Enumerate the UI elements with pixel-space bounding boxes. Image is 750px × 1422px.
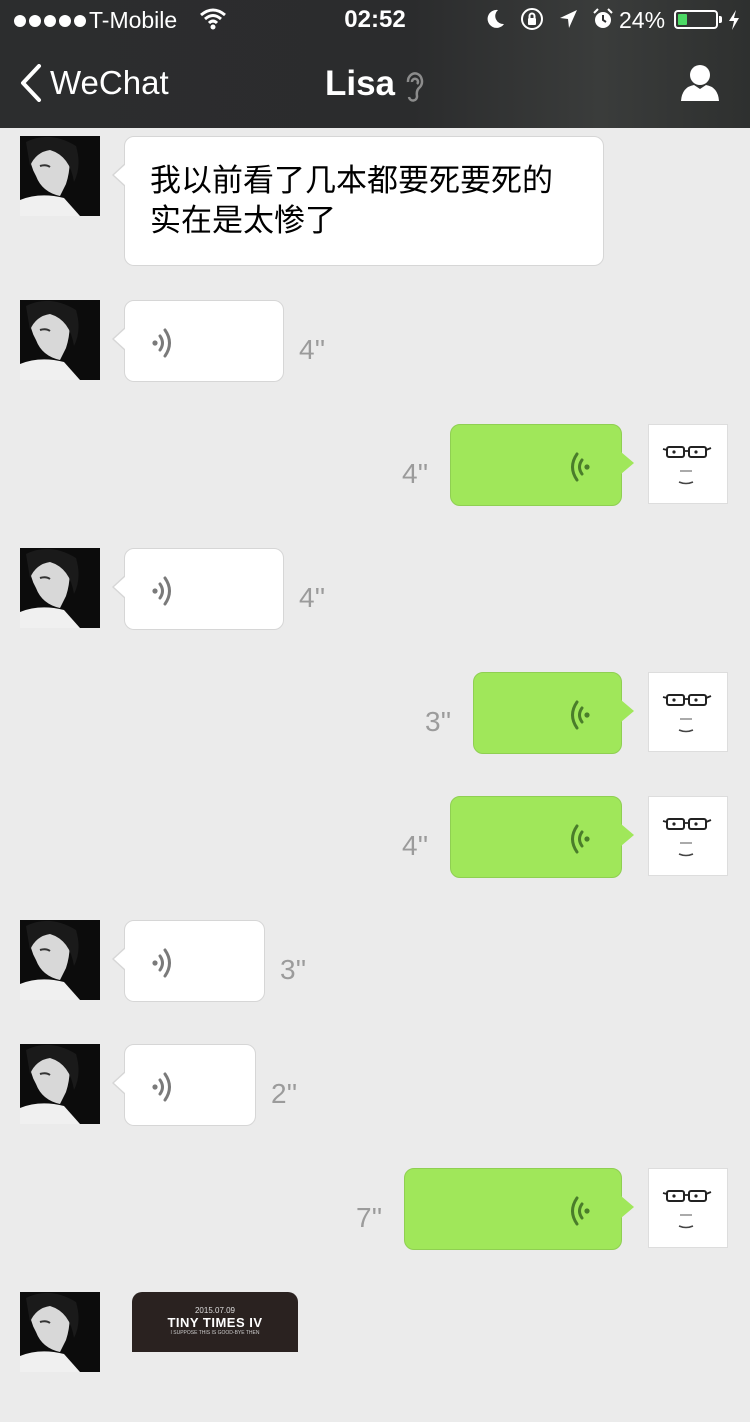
moon-icon [487, 9, 504, 28]
my-avatar[interactable] [648, 796, 728, 876]
message-row: 2015.07.09 TINY TIMES IV I SUPPOSE THIS IS… [0, 1292, 750, 1422]
card-title: TINY TIMES IV [167, 1315, 263, 1330]
portrait-photo [20, 136, 100, 216]
voice-duration: 7'' [356, 1202, 383, 1233]
sketch-face-photo [649, 673, 727, 751]
voice-wave-icon [565, 449, 593, 490]
voice-wave-icon [149, 573, 177, 614]
message-row: 4'' [0, 424, 750, 554]
contact-avatar[interactable] [20, 1292, 100, 1372]
voice-message-bubble[interactable] [473, 672, 634, 754]
user-profile-icon [681, 65, 719, 101]
status-bar: T-Mobile 02:52 24% [0, 0, 750, 40]
chat-title: Lisa [0, 64, 750, 104]
contact-name: Lisa [324, 64, 396, 103]
portrait-photo [20, 920, 100, 1000]
text-message-bubble[interactable]: 我以前看了几本都要死要死的 实在是太惨了 [112, 136, 604, 266]
card-date: 2015.07.09 [194, 1306, 236, 1315]
top-bar: T-Mobile 02:52 24% WeChat Lisa [0, 0, 750, 128]
contact-profile-button[interactable] [680, 64, 720, 107]
portrait-photo [20, 548, 100, 628]
location-arrow-icon [560, 10, 577, 28]
message-row: 4'' [0, 796, 750, 926]
contact-avatar[interactable] [20, 1044, 100, 1124]
voice-duration: 4'' [299, 582, 326, 613]
voice-message-bubble[interactable] [112, 920, 265, 1002]
sketch-face-photo [649, 1169, 727, 1247]
voice-message-bubble[interactable] [112, 1044, 256, 1126]
voice-wave-icon [565, 697, 593, 738]
voice-duration: 2'' [271, 1078, 298, 1109]
voice-message-bubble[interactable] [112, 300, 284, 382]
contact-avatar[interactable] [20, 136, 100, 216]
message-row: 4'' [0, 300, 750, 430]
voice-duration: 4'' [402, 830, 429, 861]
battery-percentage: 24% [619, 7, 666, 33]
contact-avatar[interactable] [20, 920, 100, 1000]
portrait-photo [20, 1044, 100, 1124]
movie-poster-card[interactable]: 2015.07.09 TINY TIMES IV I SUPPOSE THIS IS… [132, 1292, 298, 1352]
sketch-face-photo [649, 797, 727, 875]
portrait-photo [20, 300, 100, 380]
contact-avatar[interactable] [20, 548, 100, 628]
voice-message-bubble[interactable] [112, 548, 284, 630]
message-text: 我以前看了几本都要死要死的 实在是太惨了 [150, 163, 553, 238]
message-row: 3'' [0, 920, 750, 1050]
rotation-lock-icon [521, 8, 543, 30]
voice-duration: 4'' [299, 334, 326, 365]
my-avatar[interactable] [648, 1168, 728, 1248]
voice-duration: 3'' [425, 706, 452, 737]
battery-icon [674, 10, 718, 29]
status-icons [486, 7, 614, 31]
portrait-photo [20, 1292, 100, 1372]
battery-tip [719, 16, 722, 23]
voice-message-bubble[interactable] [450, 796, 634, 878]
voice-wave-icon [149, 1069, 177, 1110]
contact-avatar[interactable] [20, 300, 100, 380]
alarm-icon [593, 8, 613, 28]
message-row: 2'' [0, 1044, 750, 1174]
voice-duration: 3'' [280, 954, 307, 985]
voice-duration: 4'' [402, 458, 429, 489]
voice-wave-icon [149, 945, 177, 986]
my-avatar[interactable] [648, 672, 728, 752]
message-row: 3'' [0, 672, 750, 802]
ear-icon [406, 71, 424, 102]
message-row: 7'' [0, 1168, 750, 1298]
voice-message-bubble[interactable] [404, 1168, 634, 1250]
message-row: 我以前看了几本都要死要死的 实在是太惨了 [0, 136, 750, 266]
card-subtitle: I SUPPOSE THIS IS GOOD-BYE THEN [170, 1330, 260, 1336]
charging-bolt-icon [729, 10, 739, 30]
voice-wave-icon [149, 325, 177, 366]
my-avatar[interactable] [648, 424, 728, 504]
voice-message-bubble[interactable] [450, 424, 634, 506]
message-row: 4'' [0, 548, 750, 678]
voice-wave-icon [565, 1193, 593, 1234]
sketch-face-photo [649, 425, 727, 503]
voice-wave-icon [565, 821, 593, 862]
